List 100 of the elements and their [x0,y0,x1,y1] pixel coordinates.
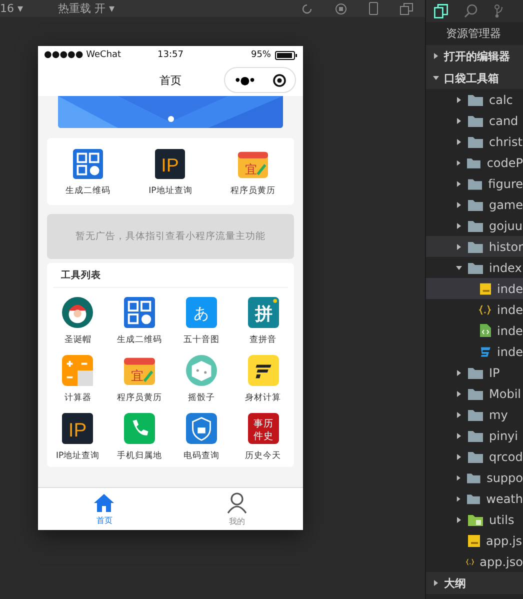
stylesheet-file-icon [480,346,492,358]
expand-arrow-icon[interactable] [456,432,462,438]
folder-icon [468,114,483,126]
file-tree-item[interactable]: inde [426,278,523,299]
expand-arrow-icon[interactable] [433,580,439,586]
file-tree-item[interactable]: weath [426,488,523,509]
tab-bar-item[interactable]: 首页 [38,488,170,530]
capsule-menu[interactable]: •●• [224,67,296,93]
expand-arrow-icon[interactable] [456,118,462,124]
kana-icon: あ [186,297,217,328]
file-tree-item[interactable]: inde [426,299,523,320]
qr-code-icon [73,149,104,179]
expand-arrow-icon[interactable] [456,160,462,166]
tool-label[interactable]: 电码查询 [183,450,220,462]
expand-arrow-icon[interactable] [456,244,462,250]
expand-arrow-icon[interactable] [456,180,462,186]
close-icon[interactable] [272,74,286,86]
file-tree-item[interactable]: index [426,257,523,278]
folder-icon [468,450,483,462]
expand-arrow-icon[interactable] [456,202,462,208]
expand-arrow-icon[interactable] [456,96,462,102]
folder-icon [468,366,483,378]
explorer-section[interactable]: 口袋工具箱 [426,67,523,89]
expand-arrow-icon[interactable] [456,516,462,522]
refresh-icon[interactable] [301,2,313,14]
expand-arrow-icon[interactable] [456,474,462,480]
search-icon[interactable] [464,4,478,18]
js-file-icon [468,534,480,546]
battery-icon [275,50,297,60]
file-tree-item[interactable]: qrcod [426,446,523,467]
tool-label[interactable]: IP地址查询 [56,450,100,462]
expand-arrow-icon[interactable] [433,53,439,59]
tool-label[interactable]: 身材计算 [245,392,282,404]
phone-device-icon[interactable] [369,2,378,15]
tool-label[interactable]: 查拼音 [250,334,277,346]
file-name: codeP [486,156,523,170]
folder-icon [468,198,483,210]
tab-bar-item[interactable]: 我的 [170,488,303,530]
battery-percent: 95% [250,50,271,60]
calendar-icon: 宜 [124,355,156,386]
tool-label[interactable]: 程序员黄历 [230,185,276,197]
file-tree-item[interactable]: suppo [426,467,523,488]
tool-label[interactable]: 摇骰子 [188,392,215,404]
expand-arrow-icon[interactable] [456,370,462,376]
tool-label[interactable]: 生成二维码 [66,185,111,197]
file-tree-item[interactable]: pinyi [426,425,523,446]
file-tree-item[interactable]: app.js [426,530,523,551]
folder-icon [467,492,480,504]
shield-lock-icon [186,413,217,444]
file-tree-item[interactable]: inde [426,320,523,341]
collapse-arrow-icon[interactable] [456,264,462,270]
figure-icon [248,355,279,386]
more-icon[interactable]: •●• [234,74,255,86]
file-tree-item[interactable]: histor [426,236,523,257]
expand-arrow-icon[interactable] [456,222,462,228]
files-icon[interactable] [434,4,448,18]
tool-label[interactable]: 计算器 [64,392,92,404]
file-tree-item[interactable]: christ [426,131,523,152]
file-tree-item[interactable]: game [426,194,523,215]
file-tree-item[interactable]: codeP [426,152,523,173]
file-name: histor [488,240,523,254]
file-tree-item[interactable]: my [426,404,523,425]
expand-arrow-icon[interactable] [456,496,462,502]
folder-icon [468,408,483,420]
file-tree-item[interactable]: calc [426,89,523,110]
tool-label[interactable]: IP地址查询 [148,185,192,197]
file-tree-item[interactable]: gojuu [426,215,523,236]
ip-icon: IP [155,149,186,179]
file-tree-item[interactable]: app.jso [426,551,523,572]
file-name: app.js [486,534,522,548]
branch-icon[interactable] [494,4,504,18]
expand-arrow-icon[interactable] [456,412,462,418]
toolbar-dropdown[interactable]: 16 ▾ [0,2,24,15]
file-tree-item[interactable]: figure [426,173,523,194]
expand-arrow-icon[interactable] [456,390,462,396]
file-tree-item[interactable]: cand [426,110,523,131]
file-tree-item[interactable]: IP [426,362,523,383]
js-file-icon [480,282,492,294]
file-tree-item[interactable]: utils [426,509,523,530]
toolbar-dropdown[interactable]: 热重载 开 ▾ [58,1,115,16]
carrier-text: ●●●●● WeChat [44,50,122,60]
explorer-section[interactable]: 大纲 [426,572,523,594]
tool-label[interactable]: 生成二维码 [117,334,162,346]
explorer-section[interactable]: 打开的编辑器 [426,45,523,67]
copy-icon[interactable] [400,2,413,14]
expand-arrow-icon[interactable] [456,138,462,144]
tool-label[interactable]: 手机归属地 [117,450,162,462]
file-name: christ [489,134,522,148]
folder-icon [467,472,481,484]
tool-label[interactable]: 五十音图 [183,334,220,346]
tool-label[interactable]: 程序员黄历 [117,392,162,404]
stop-icon[interactable] [335,2,347,14]
file-tree-item[interactable]: Mobil [426,383,523,404]
tool-label[interactable]: 历史今天 [245,450,282,462]
folder-icon [468,262,483,274]
tool-label[interactable]: 圣诞帽 [64,334,92,346]
file-tree-item[interactable]: inde [426,341,523,362]
collapse-arrow-icon[interactable] [433,75,439,81]
file-name: weath [486,492,523,506]
expand-arrow-icon[interactable] [456,454,462,460]
